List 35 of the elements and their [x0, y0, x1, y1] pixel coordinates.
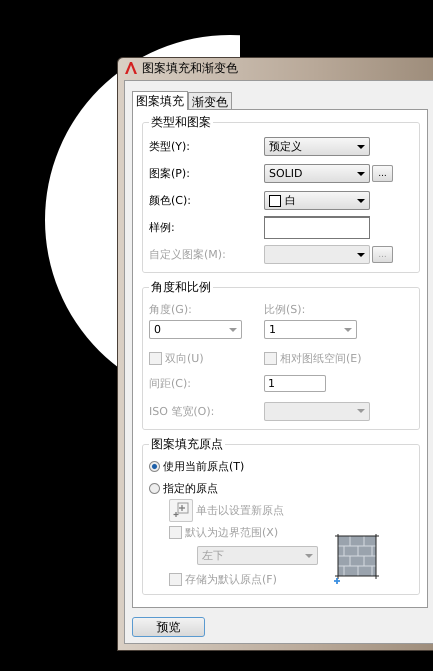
group-title: 角度和比例: [150, 279, 212, 296]
pick-point-icon: [173, 502, 189, 518]
checkbox-label: 默认为边界范围(X): [185, 524, 278, 540]
field-label: 自定义图案(M):: [149, 247, 227, 262]
field-label: 颜色(C):: [149, 193, 192, 208]
group-title: 图案填充原点: [150, 436, 224, 453]
field-label: 图案(P):: [149, 166, 191, 181]
radio-button[interactable]: [149, 482, 160, 494]
window-title: 图案填充和渐变色: [142, 60, 238, 76]
pick-point-button[interactable]: [169, 498, 193, 522]
browse-button[interactable]: ...: [372, 165, 393, 182]
checkbox-label: 双向(U): [165, 350, 204, 366]
radio-button[interactable]: [149, 460, 160, 472]
letter-a-icon: [124, 61, 138, 75]
radio-label: 指定的原点: [163, 480, 218, 496]
field-label: 类型(Y):: [149, 139, 192, 154]
pick-point-label: 单击以设置新原点: [196, 502, 284, 518]
group-title: 类型和图案: [150, 114, 212, 131]
dropdown[interactable]: 白: [264, 191, 370, 210]
dropdown[interactable]: [264, 402, 370, 420]
checkbox-label: 相对图纸空间(E): [280, 350, 362, 366]
field-label: 样例:: [149, 220, 176, 235]
field-label: ISO 笔宽(O):: [149, 404, 216, 418]
tab[interactable]: 渐变色: [188, 92, 232, 109]
field-label: 角度(G):: [149, 302, 193, 317]
tab[interactable]: 图案填充: [132, 91, 188, 110]
radio-label: 使用当前原点(T): [163, 458, 244, 474]
dropdown[interactable]: [264, 245, 370, 264]
preview-button[interactable]: 预览: [132, 617, 205, 637]
checkbox-label: 存储为默认原点(F): [185, 572, 277, 586]
dropdown[interactable]: 预定义: [264, 137, 370, 156]
dropdown[interactable]: SOLID: [264, 164, 370, 183]
field-label: 比例(S):: [264, 302, 306, 317]
field-label: 间距(C):: [149, 376, 192, 390]
brick-origin-drawing: [332, 534, 380, 584]
